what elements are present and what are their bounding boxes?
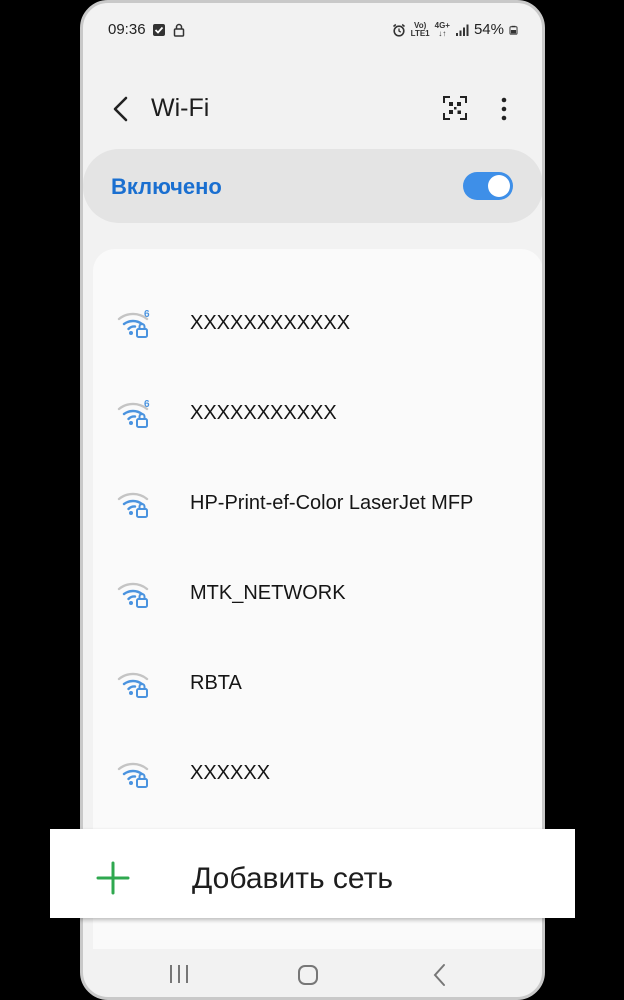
network-name: XXXXXXXXXXX — [190, 402, 337, 424]
wifi-secured-icon: 6 — [117, 399, 150, 428]
more-options-icon[interactable] — [500, 95, 508, 123]
network-name: XXXXXX — [190, 762, 271, 784]
wifi-secured-icon — [117, 762, 149, 788]
wifi-secured-icon — [115, 249, 155, 251]
status-left: 09:36 — [108, 21, 186, 38]
wifi-toggle-card[interactable]: Включено — [83, 149, 542, 223]
network-row[interactable]: XXXXXX — [93, 729, 542, 819]
data-arrows-icon: ↓↑ — [438, 28, 447, 38]
battery-icon — [509, 25, 518, 35]
wifi-secured-icon — [117, 492, 149, 518]
network-row[interactable]: ASTRA-TECH — [93, 249, 542, 279]
network-type-badge: 4G+ ↓↑ — [435, 21, 450, 38]
back-arrow-icon[interactable] — [109, 95, 133, 123]
network-row[interactable]: MTK_NETWORK — [93, 549, 542, 639]
wifi-toggle-label: Включено — [111, 174, 222, 199]
battery-percent: 54% — [473, 21, 504, 38]
status-right: Vo) LTE1 4G+ ↓↑ 54% — [392, 21, 518, 38]
network-row[interactable]: HP-Print-ef-Color LaserJet MFP — [93, 459, 542, 549]
status-bar: 09:36 Vo) LTE1 4G+ ↓↑ 54% — [83, 3, 542, 59]
volte-badge: Vo) LTE1 — [410, 21, 430, 38]
recents-icon[interactable] — [168, 964, 190, 984]
wifi-secured-icon: 6 — [117, 309, 150, 338]
network-row[interactable]: 6 XXXXXXXXXXXX — [93, 279, 542, 369]
lock-status-icon — [173, 23, 184, 37]
network-row[interactable]: RBTA — [93, 639, 542, 729]
wifi-switch-knob — [488, 175, 510, 197]
network-name: HP-Print-ef-Color LaserJet MFP — [190, 492, 474, 514]
home-icon[interactable] — [297, 964, 319, 986]
svg-text:6: 6 — [144, 309, 150, 320]
network-name: RBTA — [190, 672, 242, 694]
nav-back-icon[interactable] — [432, 963, 446, 987]
wifi-secured-icon — [117, 582, 149, 608]
qr-scan-icon[interactable] — [442, 95, 468, 121]
add-network-label: Добавить сеть — [192, 862, 393, 895]
svg-text:6: 6 — [144, 399, 150, 410]
wifi-switch[interactable] — [463, 172, 513, 200]
status-time: 09:36 — [108, 21, 146, 38]
network-name: XXXXXXXXXXXX — [190, 312, 351, 334]
check-box-icon — [152, 23, 165, 36]
signal-bars-icon — [455, 24, 469, 36]
volte-badge-bottom: LTE1 — [410, 28, 430, 38]
network-name: MTK_NETWORK — [190, 582, 346, 604]
app-bar: Wi-Fi — [83, 83, 542, 135]
page-title: Wi-Fi — [151, 94, 210, 122]
system-nav-bar — [80, 950, 545, 1000]
wifi-secured-icon — [117, 672, 149, 698]
alarm-icon — [392, 23, 405, 37]
plus-icon — [96, 861, 130, 895]
add-network-button[interactable]: Добавить сеть — [50, 829, 575, 918]
network-row[interactable]: 6 XXXXXXXXXXX — [93, 369, 542, 459]
